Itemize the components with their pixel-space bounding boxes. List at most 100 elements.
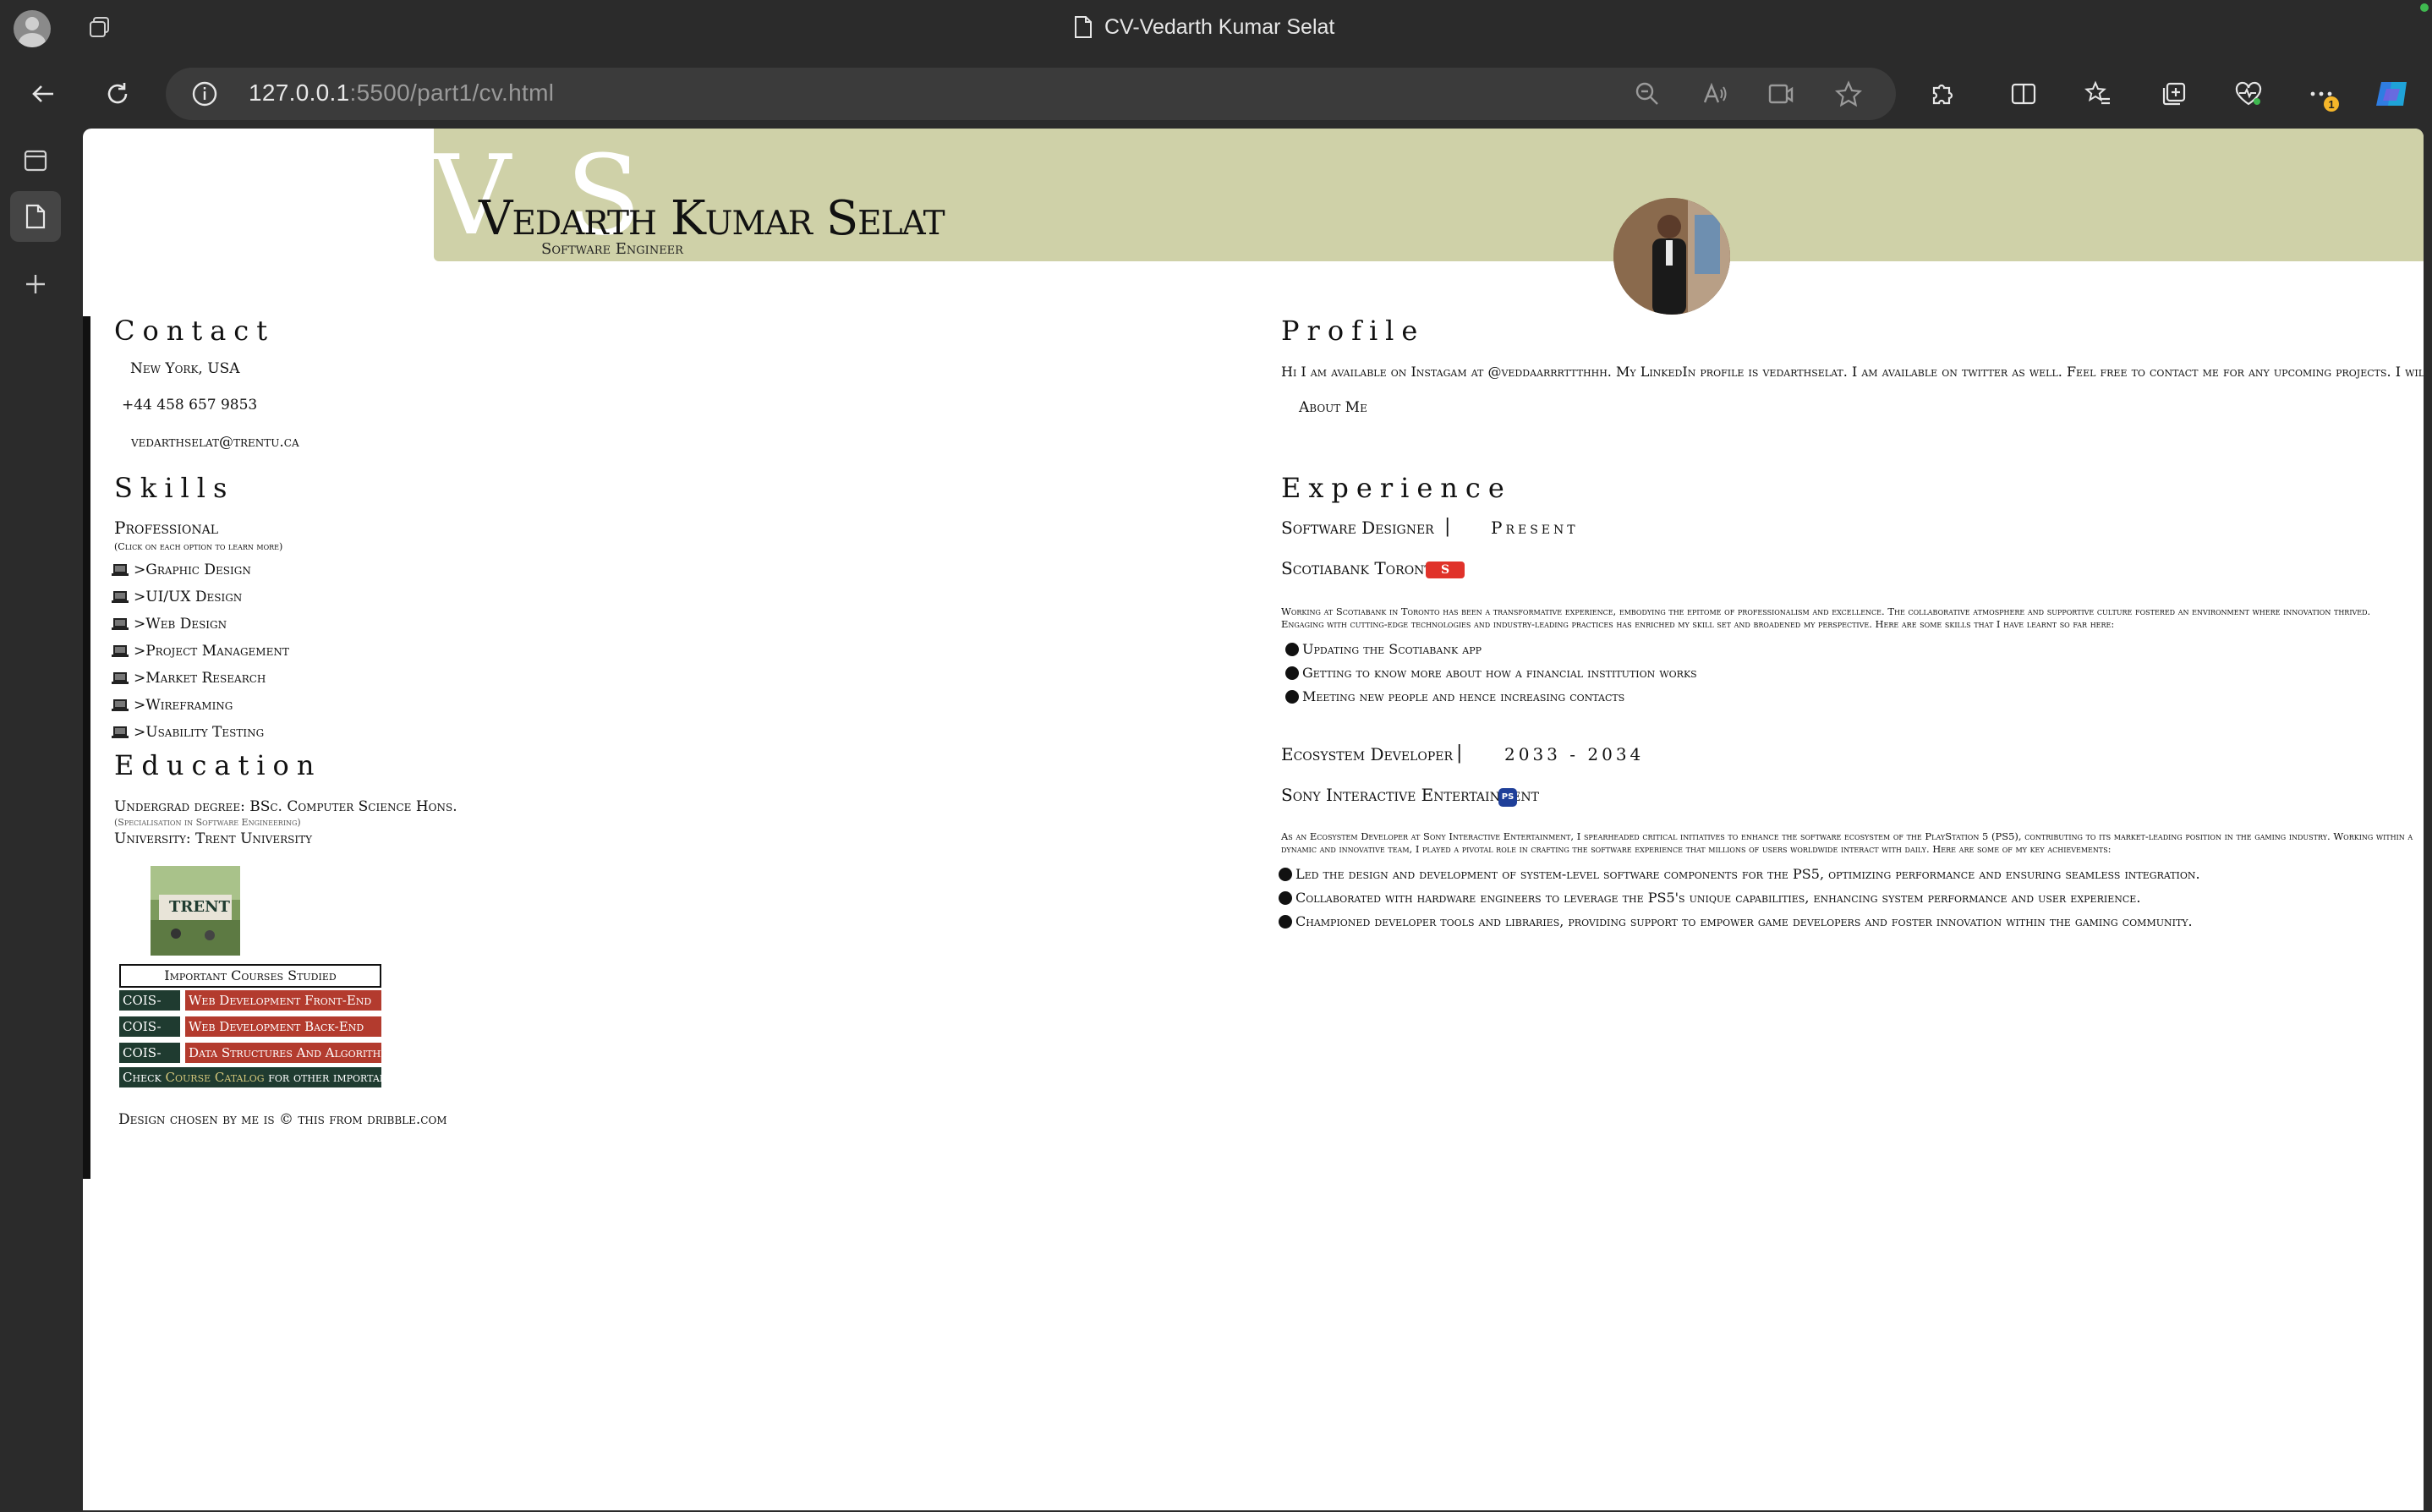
design-credit: Design chosen by me is © this from dribb… xyxy=(118,1111,447,1128)
heart-pulse-icon xyxy=(2235,81,2262,106)
job-separator: | xyxy=(1456,742,1463,764)
credit-prefix: Design chosen by me is © xyxy=(118,1111,299,1128)
window-title-text: CV-Vedarth Kumar Selat xyxy=(1104,14,1335,39)
job-point-text: Led the design and development of system… xyxy=(1295,866,2200,882)
bullet-dot-icon xyxy=(1285,642,1299,656)
read-aloud-icon[interactable] xyxy=(1701,80,1728,107)
skill-item[interactable]: >Project Management xyxy=(112,643,289,660)
skill-label: >Market Research xyxy=(134,670,266,687)
page-viewport: V S Vedarth Kumar Selat Software Enginee… xyxy=(83,129,2424,1510)
skill-label: >Web Design xyxy=(134,616,227,633)
university-text: University: Trent University xyxy=(114,830,313,847)
title-bar: CV-Vedarth Kumar Selat xyxy=(0,0,2432,56)
refresh-button[interactable] xyxy=(98,74,137,113)
contact-heading: Contact xyxy=(114,315,276,347)
skills-heading: Skills xyxy=(114,472,235,504)
course-catalog-row: Check Course Catalog for other important… xyxy=(119,1067,447,1087)
url-host: 127.0.0.1 xyxy=(249,79,350,106)
job-point-text: Meeting new people and hence increasing … xyxy=(1302,688,1625,704)
catalog-prefix: Check xyxy=(123,1070,166,1085)
left-accent-bar xyxy=(83,316,90,1179)
experience-heading: Experience xyxy=(1281,472,1512,504)
job-description: Working at Scotiabank in Toronto has bee… xyxy=(1281,605,2371,630)
contact-location: New York, USA xyxy=(130,360,240,377)
job-title: Software Engineer xyxy=(541,240,683,258)
favorite-star-icon[interactable] xyxy=(1834,80,1863,107)
job-role: Ecosystem Developer xyxy=(1281,744,1454,764)
courses-table-header: Important Courses Studied xyxy=(119,964,381,988)
address-bar[interactable]: 127.0.0.1:5500/part1/cv.html xyxy=(166,68,1896,120)
bullet-dot-icon xyxy=(1279,914,1292,929)
about-me-link[interactable]: About Me xyxy=(1299,399,1367,416)
laptop-icon xyxy=(112,645,129,657)
course-name: Web Development Back-End xyxy=(185,1016,381,1037)
zoom-out-icon[interactable] xyxy=(1634,80,1661,107)
panel-icon xyxy=(24,150,47,172)
course-code: COIS-2430 xyxy=(119,990,180,1028)
sidebar-toggle-button[interactable] xyxy=(15,140,56,181)
scotiabank-logo-icon: S xyxy=(1426,562,1465,578)
job-point: Collaborated with hardware engineers to … xyxy=(1279,890,2140,906)
job-point: Updating the Scotiabank app xyxy=(1285,641,1482,657)
url-text[interactable]: 127.0.0.1:5500/part1/cv.html xyxy=(249,79,554,107)
notification-badge: 1 xyxy=(2324,96,2339,112)
skill-item[interactable]: >Usability Testing xyxy=(112,724,264,741)
course-row: COIS-2020 Data Structures And Algorithms xyxy=(119,1043,381,1081)
profile-text: Hi I am available on Instagam at @veddaa… xyxy=(1281,364,2424,380)
job-role: Software Designer xyxy=(1281,518,1434,538)
plus-icon xyxy=(26,275,45,293)
favorites-button[interactable] xyxy=(2079,74,2117,113)
collections-icon xyxy=(2162,82,2186,106)
profile-avatar[interactable] xyxy=(14,10,51,47)
job-point-text: Collaborated with hardware engineers to … xyxy=(1295,890,2141,906)
credit-link[interactable]: this xyxy=(298,1111,324,1128)
refresh-icon xyxy=(107,83,128,104)
degree-text: Undergrad degree: BSc. Computer Science … xyxy=(114,798,457,815)
profile-heading: Profile xyxy=(1281,315,1426,347)
laptop-icon xyxy=(112,699,129,711)
course-row: COIS-2430 Web Development Front-End xyxy=(119,990,381,1028)
contact-phone[interactable]: +44 458 657 9853 xyxy=(122,397,257,414)
document-icon xyxy=(1075,16,1092,38)
immersive-reader-icon[interactable] xyxy=(1767,80,1794,107)
job-point: Championed developer tools and libraries… xyxy=(1279,913,2193,929)
split-screen-button[interactable] xyxy=(2004,74,2043,113)
job-point-text: Getting to know more about how a financi… xyxy=(1302,665,1697,681)
skill-item[interactable]: >Wireframing xyxy=(112,697,233,714)
skill-item[interactable]: >UI/UX Design xyxy=(112,589,242,605)
site-info-icon[interactable] xyxy=(191,80,218,107)
course-catalog-link[interactable]: Course Catalog xyxy=(166,1070,265,1085)
bullet-dot-icon xyxy=(1285,666,1299,680)
skill-item[interactable]: >Market Research xyxy=(112,670,266,687)
copilot-button[interactable] xyxy=(2373,74,2412,113)
laptop-icon xyxy=(112,672,129,684)
contact-email[interactable]: vedarthselat@trentu.ca xyxy=(131,434,299,451)
profile-photo xyxy=(1613,198,1730,315)
collections-button[interactable] xyxy=(2155,74,2194,113)
browser-essentials-button[interactable] xyxy=(2229,74,2268,113)
bullet-dot-icon xyxy=(1279,867,1292,881)
skill-label: >UI/UX Design xyxy=(134,589,243,605)
education-heading: Education xyxy=(114,749,322,781)
tab-current-page[interactable] xyxy=(10,191,61,242)
laptop-icon xyxy=(112,726,129,738)
job-point: Meeting new people and hence increasing … xyxy=(1285,688,1624,704)
extensions-button[interactable] xyxy=(1923,74,1962,113)
skill-item[interactable]: >Graphic Design xyxy=(112,562,251,578)
tab-actions-icon[interactable] xyxy=(88,15,112,39)
course-name: Web Development Front-End xyxy=(185,990,381,1011)
laptop-icon xyxy=(112,591,129,603)
catalog-suffix: for other important courses xyxy=(264,1070,447,1085)
copilot-icon xyxy=(2376,82,2407,106)
credit-suffix: from dribble.com xyxy=(324,1111,447,1128)
skills-subtitle: Professional xyxy=(114,518,219,538)
trent-university-image: TRENT xyxy=(151,866,240,956)
playstation-logo-icon: PS xyxy=(1498,788,1517,807)
new-tab-button[interactable] xyxy=(15,264,56,304)
back-button[interactable] xyxy=(24,74,63,113)
more-menu-button[interactable]: 1 xyxy=(2302,74,2341,113)
laptop-icon xyxy=(112,618,129,630)
skill-item[interactable]: >Web Design xyxy=(112,616,227,633)
navigation-bar: 127.0.0.1:5500/part1/cv.html 1 xyxy=(0,56,2432,132)
trent-sign-text: TRENT xyxy=(169,898,230,916)
